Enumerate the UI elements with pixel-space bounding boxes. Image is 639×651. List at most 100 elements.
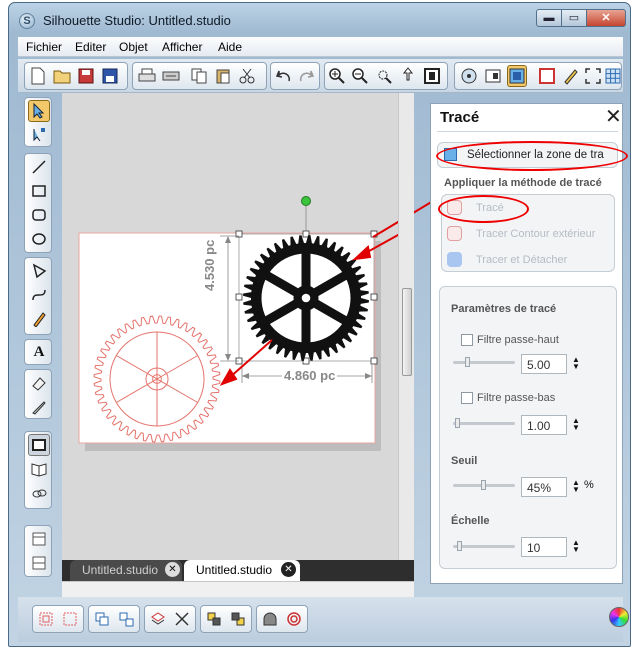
menu-afficher[interactable]: Afficher [162, 40, 202, 54]
cut-settings-icon[interactable] [483, 65, 503, 87]
scale-slider[interactable] [453, 541, 515, 551]
freehand-tool-icon[interactable] [28, 308, 50, 330]
delete-icon[interactable] [172, 608, 192, 630]
menu-objet[interactable]: Objet [119, 40, 148, 54]
horizontal-scrollbar[interactable] [62, 581, 414, 597]
rounded-rectangle-tool-icon[interactable] [28, 204, 50, 226]
text-tool-icon[interactable]: A [28, 341, 50, 363]
rectangle-tool-icon[interactable] [28, 180, 50, 202]
make-compound-icon[interactable] [92, 608, 112, 630]
highpass-slider[interactable] [453, 357, 515, 367]
copy-icon[interactable] [189, 65, 209, 87]
undo-icon[interactable] [274, 65, 294, 87]
lowpass-slider-knob[interactable] [455, 418, 460, 428]
close-window-button[interactable]: ✕ [586, 9, 626, 27]
threshold-slider[interactable] [453, 480, 515, 490]
paste-icon[interactable] [213, 65, 233, 87]
line-tool-icon[interactable] [28, 156, 50, 178]
zoom-in-icon[interactable] [327, 65, 347, 87]
lowpass-checkbox[interactable] [461, 392, 473, 404]
save-to-library-icon[interactable] [100, 65, 120, 87]
shape-tools-group [24, 257, 52, 335]
layout-single-icon[interactable] [28, 528, 50, 550]
ungroup-icon[interactable] [60, 608, 80, 630]
tab-close-icon[interactable]: ✕ [281, 562, 296, 577]
select-arrow-icon[interactable] [28, 100, 50, 122]
offset-icon[interactable] [284, 608, 304, 630]
highpass-spinner-icon[interactable]: ▲ ▼ [572, 356, 580, 371]
title-bar[interactable]: S Silhouette Studio: Untitled.studio ▬ ▭… [9, 3, 630, 37]
send-to-cutter-icon[interactable] [161, 65, 181, 87]
fullscreen-icon[interactable] [583, 65, 603, 87]
cut-icon[interactable] [237, 65, 257, 87]
zoom-selection-icon[interactable] [374, 65, 394, 87]
edit-points-icon[interactable] [28, 124, 50, 146]
trace-method-outer-edge[interactable]: Tracer Contour extérieur [476, 228, 595, 240]
scale-value[interactable]: 10 [521, 537, 567, 557]
library-book-icon[interactable] [28, 458, 50, 480]
eraser-tool-icon[interactable] [28, 372, 50, 394]
trace-panel: Tracé ✕ Sélectionner la zone de tra Appl… [430, 103, 628, 584]
fill-color-icon[interactable] [537, 65, 557, 87]
threshold-slider-knob[interactable] [481, 480, 486, 490]
draw-tools-group [24, 153, 52, 253]
pan-icon[interactable] [398, 65, 418, 87]
minimize-button[interactable]: ▬ [536, 9, 562, 27]
trace-panel-icon[interactable] [507, 65, 527, 87]
menu-editer[interactable]: Editer [75, 40, 106, 54]
fit-to-window-icon[interactable] [422, 65, 442, 87]
threshold-value[interactable]: 45% [521, 477, 567, 497]
lowpass-value[interactable]: 1.00 [521, 415, 567, 435]
gear-black-image[interactable] [243, 235, 369, 361]
text-tools-group: A [24, 339, 52, 365]
online-store-icon[interactable] [28, 482, 50, 504]
color-palette-icon[interactable] [609, 607, 629, 627]
canvas-drawing[interactable] [62, 93, 398, 560]
app-window: S Silhouette Studio: Untitled.studio ▬ ▭… [8, 2, 631, 647]
vertical-scrollbar[interactable] [398, 93, 414, 560]
rotate-handle[interactable] [301, 196, 311, 206]
modify-shape-icon[interactable] [260, 608, 280, 630]
cutting-mat-icon[interactable] [28, 434, 50, 456]
design-workspace[interactable]: 4.530 pc 4.860 pc [62, 93, 398, 560]
highpass-checkbox[interactable] [461, 334, 473, 346]
menu-fichier[interactable]: Fichier [26, 40, 62, 54]
trace-and-detach-icon [447, 252, 462, 267]
scale-slider-knob[interactable] [457, 541, 462, 551]
tab-close-icon[interactable]: ✕ [165, 562, 180, 577]
maximize-button[interactable]: ▭ [561, 9, 587, 27]
lowpass-spinner-icon[interactable]: ▲ ▼ [572, 417, 580, 432]
trace-method-detach[interactable]: Tracer et Détacher [476, 254, 567, 266]
left-toolbar: A [18, 93, 62, 581]
ellipse-tool-icon[interactable] [28, 228, 50, 250]
panel-close-icon[interactable]: ✕ [605, 107, 622, 127]
replicate-icon[interactable] [148, 608, 168, 630]
highpass-value[interactable]: 5.00 [521, 354, 567, 374]
redo-icon[interactable] [296, 65, 316, 87]
tab-untitled-1[interactable]: Untitled.studio ✕ [70, 560, 182, 581]
line-style-icon[interactable] [561, 65, 581, 87]
layout-split-icon[interactable] [28, 552, 50, 574]
design-page-settings-icon[interactable] [459, 65, 479, 87]
highpass-label: Filtre passe-haut [477, 334, 559, 346]
tab-untitled-2[interactable]: Untitled.studio ✕ [184, 560, 300, 581]
bring-forward-icon[interactable] [204, 608, 224, 630]
new-document-icon[interactable] [28, 65, 48, 87]
release-compound-icon[interactable] [116, 608, 136, 630]
polygon-tool-icon[interactable] [28, 260, 50, 282]
lowpass-slider[interactable] [453, 418, 515, 428]
zoom-out-icon[interactable] [350, 65, 370, 87]
send-backward-icon[interactable] [228, 608, 248, 630]
open-folder-icon[interactable] [52, 65, 72, 87]
knife-tool-icon[interactable] [28, 396, 50, 418]
save-icon[interactable] [76, 65, 96, 87]
scale-spinner-icon[interactable]: ▲ ▼ [572, 539, 580, 554]
group-icon[interactable] [36, 608, 56, 630]
grid-settings-icon[interactable] [603, 65, 623, 87]
print-icon[interactable] [137, 65, 157, 87]
highpass-slider-knob[interactable] [465, 357, 470, 367]
threshold-spinner-icon[interactable]: ▲ ▼ [572, 479, 580, 494]
menu-aide[interactable]: Aide [218, 40, 242, 54]
curve-tool-icon[interactable] [28, 284, 50, 306]
vertical-scroll-thumb[interactable] [402, 288, 412, 376]
